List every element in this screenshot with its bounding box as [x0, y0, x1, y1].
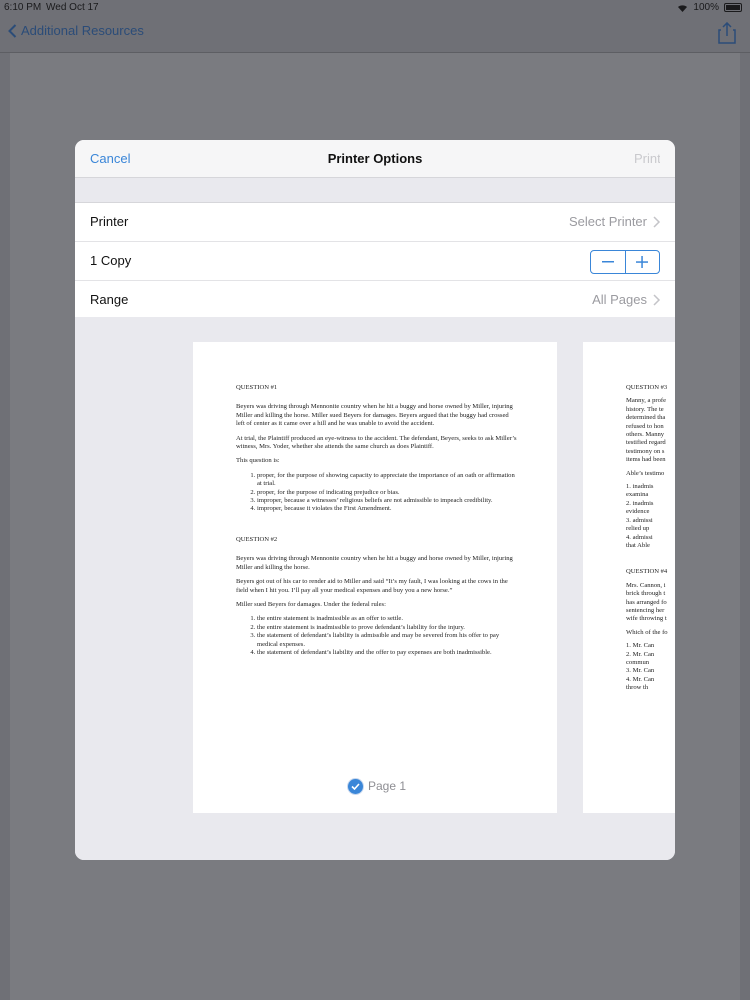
page-2-line: commun	[626, 658, 650, 666]
preview-page-1[interactable]: QUESTION #1 Beyers was driving through M…	[193, 342, 557, 813]
status-date: Wed Oct 17	[46, 2, 99, 13]
page-2-line: 2. inadmis	[626, 499, 654, 507]
page-2-line: 4. admissi	[626, 533, 653, 541]
page-2-line: history. The te	[626, 405, 664, 413]
page-2-line: 2. Mr. Can	[626, 650, 655, 658]
page-2-line: evidence	[626, 508, 650, 516]
chevron-left-icon	[8, 23, 17, 38]
printer-row[interactable]: Printer Select Printer	[75, 203, 675, 242]
copies-row: 1 Copy	[75, 242, 675, 281]
range-value: All Pages	[592, 292, 647, 307]
back-button[interactable]: Additional Resources	[8, 23, 144, 38]
page-selector[interactable]: Page 1	[348, 779, 406, 794]
page-2-line: items had been	[626, 456, 666, 464]
increment-button[interactable]	[624, 251, 660, 273]
page-2-line: examina	[626, 491, 649, 499]
page-2-line: QUESTION #3	[626, 384, 668, 391]
plus-icon	[636, 256, 649, 268]
printer-label: Printer	[90, 214, 129, 229]
page-2-text-top: QUESTION #3 Manny, a profe history. The t…	[626, 384, 675, 550]
page-2-line: has arranged fo	[626, 598, 667, 606]
paragraph: Beyers was driving through Mennonite cou…	[236, 403, 513, 428]
status-right: 100%	[677, 2, 742, 13]
print-button[interactable]: Print	[634, 151, 660, 166]
chevron-right-icon	[653, 294, 661, 306]
page-2-line: others. Manny	[626, 431, 665, 439]
chevron-right-icon	[653, 216, 661, 228]
answer-option: the entire statement is inadmissible as …	[257, 615, 517, 623]
print-preview: QUESTION #1 Beyers was driving through M…	[75, 317, 675, 860]
preview-page-2[interactable]: QUESTION #3 Manny, a profe history. The t…	[583, 342, 675, 813]
answer-option: improper, because it violates the First …	[257, 505, 517, 513]
printer-options-dialog: Cancel Printer Options Print Printer Sel…	[75, 140, 675, 860]
range-row[interactable]: Range All Pages	[75, 281, 675, 319]
page-2-line: brick through t	[626, 590, 666, 598]
paragraph: At trial, the Plaintiff produced an eye-…	[236, 434, 517, 451]
page-2-text-bottom: QUESTION #4 Mrs. Cannon, i brick through …	[626, 568, 675, 692]
wifi-icon	[678, 4, 688, 12]
page-2-line: refused to hon	[626, 422, 664, 430]
page-2-line: 1. Mr. Can	[626, 642, 655, 650]
question-title: QUESTION #1	[236, 384, 278, 391]
question-title: QUESTION #2	[236, 535, 278, 543]
page-2-line: Able’s testimo	[626, 469, 665, 477]
answer-option: improper, because a witnesses’ religious…	[257, 497, 517, 505]
answer-option: the statement of defendant’s liability a…	[257, 649, 517, 657]
page-2-line: determined tha	[626, 414, 666, 422]
status-time: 6:10 PM	[4, 2, 42, 13]
copies-label: 1 Copy	[90, 253, 132, 268]
paragraph: Miller sued Beyers for damages. Under th…	[236, 600, 386, 608]
printer-value: Select Printer	[568, 214, 647, 229]
battery-percent: 100%	[693, 2, 719, 13]
answer-option: the statement of defendant’s liability i…	[257, 632, 517, 649]
page-2-line: 3. admissi	[626, 516, 653, 524]
paragraph: Beyers was driving through Mennonite cou…	[236, 555, 513, 571]
page-2-line: QUESTION #4	[626, 568, 668, 576]
page-2-line: Manny, a profe	[626, 397, 667, 405]
share-icon[interactable]	[718, 22, 736, 44]
page-2-line: testimony on s	[626, 447, 665, 455]
page-2-line: 1. inadmis	[626, 483, 654, 491]
page-2-line: 4. Mr. Can	[626, 675, 655, 683]
paragraph: This question is:	[236, 457, 280, 465]
page-label: Page 1	[368, 779, 407, 794]
page-2-line: relied up	[626, 525, 650, 533]
copies-stepper	[590, 250, 660, 274]
back-label: Additional Resources	[21, 23, 144, 38]
dialog-title: Printer Options	[327, 151, 423, 166]
decrement-button[interactable]	[591, 251, 625, 273]
dialog-header: Cancel Printer Options Print	[75, 140, 675, 178]
status-bar: 6:10 PM Wed Oct 17 100%	[0, 0, 750, 16]
paragraph: Beyers got out of his car to render aid …	[236, 578, 508, 594]
answer-list: proper, for the purpose of showing capac…	[236, 472, 517, 514]
page-2-line: sentencing her	[626, 606, 665, 614]
checkmark-icon	[348, 779, 363, 794]
page-2-line: that Able	[626, 541, 650, 549]
answer-list: the entire statement is inadmissible as …	[236, 615, 517, 657]
answer-option: proper, for the purpose of indicating pr…	[257, 489, 517, 497]
page-2-line: testified regard	[626, 439, 666, 447]
page-2-line: throw th	[626, 684, 649, 692]
range-label: Range	[90, 292, 129, 307]
minus-icon	[601, 261, 614, 263]
nav-bar: Additional Resources	[0, 16, 750, 53]
page-2-line: Mrs. Cannon, i	[626, 581, 666, 589]
page-2-line: Which of the fo	[626, 628, 668, 636]
answer-option: the entire statement is inadmissible to …	[257, 624, 517, 632]
page-2-line: 3. Mr. Can	[626, 667, 655, 675]
answer-option: proper, for the purpose of showing capac…	[257, 472, 517, 489]
options-list: Printer Select Printer 1 Copy Range All …	[75, 202, 675, 320]
battery-icon	[724, 3, 742, 12]
page-2-line: wife throwing t	[626, 615, 667, 623]
